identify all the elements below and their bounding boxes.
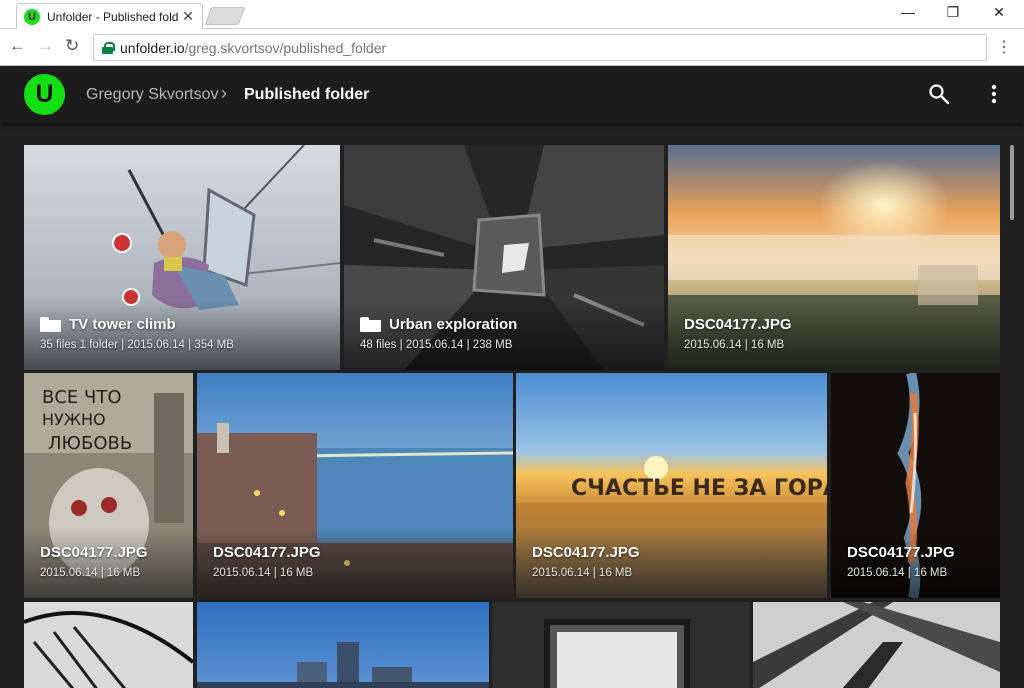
tile-meta: 2015.06.14 | 16 MB bbox=[40, 567, 141, 579]
image-tile[interactable]: DSC04177.JPG 2015.06.14 | 16 MB bbox=[831, 373, 1000, 598]
tile-name: Urban exploration bbox=[360, 316, 517, 333]
tile-name: DSC04177.JPG bbox=[684, 316, 792, 333]
folder-tile[interactable]: TV tower climb 35 files 1 folder | 2015.… bbox=[24, 145, 340, 370]
tile-shade bbox=[197, 528, 513, 598]
unfolder-favicon-icon: U bbox=[24, 8, 40, 25]
window-close-icon[interactable]: ✕ bbox=[976, 4, 1022, 21]
tile-meta: 2015.06.14 | 16 MB bbox=[684, 339, 785, 351]
svg-text:НУЖНО: НУЖНО bbox=[42, 410, 106, 429]
tab-close-icon[interactable]: ✕ bbox=[182, 8, 194, 25]
tile-name: DSC04177.JPG bbox=[213, 544, 321, 561]
browser-tab-strip: U Unfolder - Published fold ✕ — ❐ ✕ bbox=[0, 0, 1024, 29]
image-tile[interactable]: DSC04177.JPG 2015.06.14 | 16 MB bbox=[668, 145, 1000, 370]
back-arrow-icon[interactable]: ← bbox=[9, 36, 26, 56]
image-tile[interactable] bbox=[197, 602, 489, 688]
image-tile[interactable] bbox=[24, 602, 193, 688]
url-path: /greg.skvortsov/published_folder bbox=[184, 39, 387, 56]
tile-shade bbox=[668, 300, 1000, 370]
browser-tab[interactable]: U Unfolder - Published fold ✕ bbox=[16, 3, 203, 29]
folder-tile[interactable]: Urban exploration 48 files | 2015.06.14 … bbox=[344, 145, 664, 370]
svg-text:СЧАСТЬЕ НЕ ЗА ГОРАМИ: СЧАСТЬЕ НЕ ЗА ГОРАМИ bbox=[571, 476, 827, 501]
image-tile[interactable]: DSC04177.JPG 2015.06.14 | 16 MB bbox=[197, 373, 513, 598]
browser-menu-icon[interactable]: ⋮ bbox=[996, 37, 1012, 57]
new-tab-button[interactable] bbox=[204, 7, 246, 25]
search-icon[interactable] bbox=[928, 83, 950, 105]
secure-lock-icon bbox=[102, 41, 115, 54]
tile-name: DSC04177.JPG bbox=[40, 544, 148, 561]
tile-photo bbox=[24, 602, 193, 688]
image-tile[interactable] bbox=[492, 602, 750, 688]
chevron-right-icon: › bbox=[221, 83, 227, 103]
folder-name: Urban exploration bbox=[389, 316, 518, 333]
tile-shade bbox=[24, 300, 340, 370]
address-bar[interactable]: unfolder.io/greg.skvortsov/published_fol… bbox=[93, 34, 987, 61]
tile-meta: 2015.06.14 | 16 MB bbox=[847, 567, 948, 579]
tile-shade bbox=[344, 300, 664, 370]
tab-title: Unfolder - Published fold bbox=[47, 9, 179, 24]
tile-shade bbox=[516, 528, 827, 598]
image-tile[interactable] bbox=[753, 602, 1000, 688]
reload-icon[interactable]: ↻ bbox=[65, 36, 79, 56]
image-tile[interactable]: СЧАСТЬЕ НЕ ЗА ГОРАМИ DSC04177.JPG 2015.0… bbox=[516, 373, 827, 598]
tile-photo bbox=[197, 602, 489, 688]
breadcrumb-user-link[interactable]: Gregory Skvortsov bbox=[86, 86, 218, 104]
browser-toolbar: ← → ↻ unfolder.io/greg.skvortsov/publish… bbox=[0, 29, 1024, 66]
tile-name: DSC04177.JPG bbox=[847, 544, 955, 561]
minimize-icon[interactable]: — bbox=[885, 4, 931, 20]
folder-icon bbox=[40, 317, 61, 332]
tile-meta: 48 files | 2015.06.14 | 238 MB bbox=[360, 339, 513, 351]
svg-text:ВСЕ ЧТО: ВСЕ ЧТО bbox=[42, 387, 122, 408]
app-header: U Gregory Skvortsov › Published folder bbox=[0, 66, 1024, 123]
tile-photo bbox=[753, 602, 1000, 688]
tile-meta: 2015.06.14 | 16 MB bbox=[213, 567, 314, 579]
image-tile[interactable]: ВСЕ ЧТО НУЖНО ЛЮБОВЬ DSC04177.JPG 2015.0… bbox=[24, 373, 193, 598]
restore-icon[interactable]: ❐ bbox=[930, 4, 976, 21]
scrollbar-thumb[interactable] bbox=[1010, 145, 1014, 220]
breadcrumb-current: Published folder bbox=[244, 86, 370, 103]
svg-text:ЛЮБОВЬ: ЛЮБОВЬ bbox=[48, 433, 132, 454]
url-host: unfolder.io bbox=[120, 39, 185, 56]
forward-arrow-icon[interactable]: → bbox=[37, 36, 54, 56]
unfolder-logo[interactable]: U bbox=[24, 74, 65, 115]
tile-meta: 2015.06.14 | 16 MB bbox=[532, 567, 633, 579]
folder-icon bbox=[360, 317, 381, 332]
folder-name: TV tower climb bbox=[69, 316, 176, 333]
tile-name: DSC04177.JPG bbox=[532, 544, 640, 561]
tile-meta: 35 files 1 folder | 2015.06.14 | 354 MB bbox=[40, 339, 234, 351]
more-vert-icon[interactable] bbox=[983, 82, 1005, 106]
file-grid: TV tower climb 35 files 1 folder | 2015.… bbox=[0, 123, 1024, 688]
tile-shade bbox=[24, 528, 193, 598]
tile-name: TV tower climb bbox=[40, 316, 176, 333]
tile-shade bbox=[831, 528, 1000, 598]
tile-photo bbox=[492, 602, 750, 688]
